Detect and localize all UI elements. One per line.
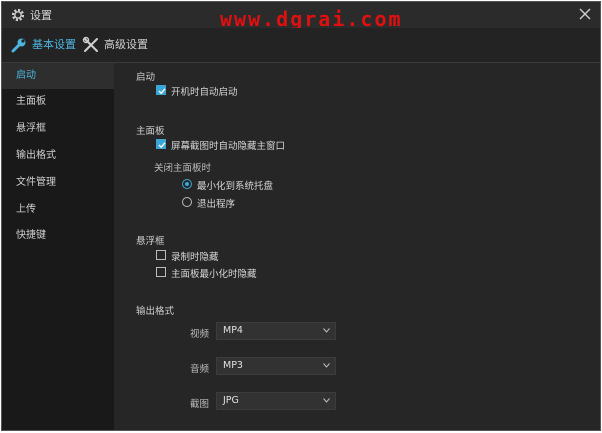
scrollbar[interactable]: [596, 63, 600, 430]
settings-content: 启动 开机时自动启动 主面板 屏幕截图时自动隐藏主窗口 关闭主面板时 最小化到系…: [114, 63, 600, 430]
sidebar-item-label: 悬浮框: [16, 123, 46, 134]
section-title-main-panel: 主面板: [136, 126, 165, 137]
sidebar-item-file-management[interactable]: 文件管理: [2, 170, 114, 196]
tab-bar: 基本设置 高级设置: [2, 28, 600, 63]
sidebar-item-label: 快捷键: [16, 230, 46, 241]
section-title-output-format: 输出格式: [136, 306, 175, 317]
sidebar-item-startup[interactable]: 启动: [2, 63, 114, 89]
sidebar-item-output-format[interactable]: 输出格式: [2, 143, 114, 169]
chevron-down-icon: [323, 363, 330, 368]
checkbox-box: [156, 85, 166, 95]
close-panel-label: 关闭主面板时: [154, 163, 212, 174]
video-format-label: 视频: [190, 329, 210, 340]
settings-window: 设置 www.dgrai.com 基本设置 高级设置 启动 主面板 悬浮框 输出…: [1, 1, 601, 431]
checkbox-label: 屏幕截图时自动隐藏主窗口: [171, 141, 286, 152]
checkbox-box: [156, 139, 166, 149]
sidebar-item-label: 启动: [16, 70, 36, 81]
sidebar: 启动 主面板 悬浮框 输出格式 文件管理 上传 快捷键: [2, 63, 114, 430]
select-value: JPG: [223, 395, 239, 406]
check-icon: [158, 142, 166, 149]
window-title: 设置: [30, 9, 52, 22]
select-value: MP4: [223, 325, 243, 336]
close-icon: [579, 8, 591, 20]
radio-label: 退出程序: [197, 199, 236, 210]
checkbox-label: 开机时自动启动: [171, 87, 238, 98]
chevron-down-icon: [323, 398, 330, 403]
screenshot-format-label: 截图: [190, 399, 210, 410]
tab-label: 高级设置: [104, 38, 148, 51]
checkbox-label: 主面板最小化时隐藏: [171, 269, 257, 280]
select-value: MP3: [223, 360, 243, 371]
sidebar-item-label: 上传: [16, 204, 36, 215]
audio-format-label: 音频: [190, 364, 210, 375]
radio-label: 最小化到系统托盘: [197, 181, 274, 192]
section-title-floating: 悬浮框: [136, 236, 165, 247]
sidebar-item-main-panel[interactable]: 主面板: [2, 89, 114, 115]
tab-label: 基本设置: [32, 38, 76, 51]
tab-basic-settings[interactable]: 基本设置: [10, 34, 80, 56]
wrench-icon: [11, 38, 26, 53]
sidebar-item-label: 输出格式: [16, 150, 56, 161]
chevron-down-icon: [323, 328, 330, 333]
check-icon: [158, 88, 166, 95]
checkbox-label: 录制时隐藏: [171, 252, 219, 263]
sidebar-item-label: 主面板: [16, 96, 46, 107]
radio-dot: [182, 197, 192, 207]
sidebar-item-label: 文件管理: [16, 177, 56, 188]
sidebar-item-shortcuts[interactable]: 快捷键: [2, 223, 114, 249]
audio-format-select[interactable]: MP3: [216, 357, 336, 375]
checkbox-box: [156, 267, 166, 277]
sidebar-item-floating[interactable]: 悬浮框: [2, 116, 114, 142]
video-format-select[interactable]: MP4: [216, 322, 336, 340]
tools-icon: [82, 36, 98, 52]
title-bar: 设置 www.dgrai.com: [2, 2, 600, 31]
sidebar-item-upload[interactable]: 上传: [2, 197, 114, 223]
checkbox-box: [156, 250, 166, 260]
close-button[interactable]: [576, 5, 594, 23]
gear-icon: [11, 8, 25, 22]
radio-dot: [182, 179, 192, 189]
tab-advanced-settings[interactable]: 高级设置: [82, 34, 152, 56]
screenshot-format-select[interactable]: JPG: [216, 392, 336, 410]
section-title-startup: 启动: [136, 72, 156, 83]
